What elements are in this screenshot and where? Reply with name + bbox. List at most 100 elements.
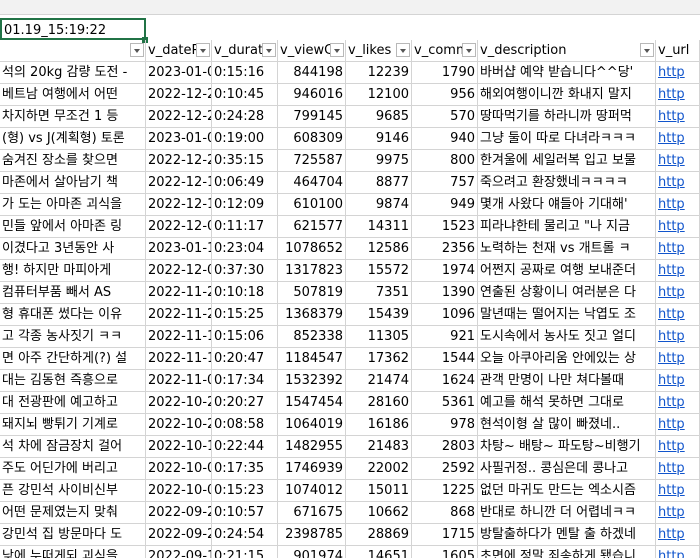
- cell-likes[interactable]: 21474: [346, 370, 412, 392]
- cell-title[interactable]: 대 전광판에 예고하고: [0, 392, 146, 414]
- cell-date[interactable]: 2023-01-0: [146, 128, 212, 150]
- cell-comments[interactable]: 1715: [412, 524, 478, 546]
- cell-description[interactable]: 한겨울에 세일러복 입고 보물: [478, 150, 656, 172]
- cell-url[interactable]: http: [656, 348, 700, 370]
- cell-description[interactable]: 없던 마귀도 만드는 엑소시즘: [478, 480, 656, 502]
- cell-comments[interactable]: 2356: [412, 238, 478, 260]
- cell-comments[interactable]: 5361: [412, 392, 478, 414]
- cell-url[interactable]: http: [656, 392, 700, 414]
- cell-likes[interactable]: 12239: [346, 62, 412, 84]
- cell-description[interactable]: 사필귀정.. 콩심은데 콩나고: [478, 458, 656, 480]
- cell-url[interactable]: http: [656, 370, 700, 392]
- cell-comments[interactable]: 2803: [412, 436, 478, 458]
- cell-description[interactable]: 피라냐한테 물리고 "나 지금: [478, 216, 656, 238]
- header-title[interactable]: [0, 40, 146, 62]
- cell-date[interactable]: 2022-10-0: [146, 480, 212, 502]
- cell-date[interactable]: 2022-12-0: [146, 260, 212, 282]
- cell-views[interactable]: 671675: [278, 502, 346, 524]
- cell-views[interactable]: 725587: [278, 150, 346, 172]
- cell-title[interactable]: (형) vs J(계획형) 토론: [0, 128, 146, 150]
- cell-views[interactable]: 1074012: [278, 480, 346, 502]
- cell-duration[interactable]: 0:10:18: [212, 282, 278, 304]
- cell-date[interactable]: 2022-11-1: [146, 348, 212, 370]
- cell-description[interactable]: 해외여행이니깐 화내지 말지: [478, 84, 656, 106]
- cell-likes[interactable]: 22002: [346, 458, 412, 480]
- cell-url[interactable]: http: [656, 304, 700, 326]
- cell-likes[interactable]: 16186: [346, 414, 412, 436]
- cell-url[interactable]: http: [656, 502, 700, 524]
- cell-comments[interactable]: 1624: [412, 370, 478, 392]
- cell-comments[interactable]: 978: [412, 414, 478, 436]
- cell-duration[interactable]: 0:11:17: [212, 216, 278, 238]
- cell-comments[interactable]: 1974: [412, 260, 478, 282]
- cell-duration[interactable]: 0:08:58: [212, 414, 278, 436]
- cell-date[interactable]: 2022-11-0: [146, 370, 212, 392]
- cell-views[interactable]: 610100: [278, 194, 346, 216]
- cell-views[interactable]: 1317823: [278, 260, 346, 282]
- cell-date[interactable]: 2022-12-2: [146, 84, 212, 106]
- header-likes[interactable]: v_likes: [346, 40, 412, 62]
- cell-likes[interactable]: 15439: [346, 304, 412, 326]
- cell-description[interactable]: 어쩐지 공짜로 여행 보내준더: [478, 260, 656, 282]
- cell-views[interactable]: 799145: [278, 106, 346, 128]
- cell-description[interactable]: 바버샵 예약 받습니다^^당': [478, 62, 656, 84]
- cell-comments[interactable]: 921: [412, 326, 478, 348]
- cell-url[interactable]: http: [656, 480, 700, 502]
- cell-duration[interactable]: 0:24:28: [212, 106, 278, 128]
- cell-description[interactable]: 초면에 정말 죄송하게 됐습니: [478, 546, 656, 558]
- cell-views[interactable]: 608309: [278, 128, 346, 150]
- cell-views[interactable]: 852338: [278, 326, 346, 348]
- cell-date[interactable]: 2022-10-1: [146, 436, 212, 458]
- cell-duration[interactable]: 0:24:54: [212, 524, 278, 546]
- cell-title[interactable]: 픈 강민석 사이비신부: [0, 480, 146, 502]
- cell-title[interactable]: 숨겨진 장소를 찾으면: [0, 150, 146, 172]
- cell-likes[interactable]: 7351: [346, 282, 412, 304]
- header-description[interactable]: v_description: [478, 40, 656, 62]
- cell-duration[interactable]: 0:20:27: [212, 392, 278, 414]
- cell-url[interactable]: http: [656, 436, 700, 458]
- cell-comments[interactable]: 1790: [412, 62, 478, 84]
- cell-description[interactable]: 오늘 아쿠아리움 안에있는 상: [478, 348, 656, 370]
- header-views[interactable]: v_viewC: [278, 40, 346, 62]
- cell-date[interactable]: 2023-01-1: [146, 238, 212, 260]
- cell-views[interactable]: 1482955: [278, 436, 346, 458]
- cell-url[interactable]: http: [656, 84, 700, 106]
- cell-likes[interactable]: 14651: [346, 546, 412, 558]
- filter-dropdown-icon[interactable]: [462, 43, 476, 57]
- cell-duration[interactable]: 0:10:45: [212, 84, 278, 106]
- cell-description[interactable]: 노력하는 천재 vs 개트롤 ㅋ: [478, 238, 656, 260]
- header-duration[interactable]: v_durati: [212, 40, 278, 62]
- cell-date[interactable]: 2022-12-1: [146, 172, 212, 194]
- cell-date[interactable]: 2022-12-2: [146, 150, 212, 172]
- cell-likes[interactable]: 11305: [346, 326, 412, 348]
- cell-title[interactable]: 고 각종 농사짓기 ㅋㅋ: [0, 326, 146, 348]
- cell-description[interactable]: 연출된 상황이니 여러분은 다: [478, 282, 656, 304]
- cell-title[interactable]: 행! 하지만 마피아게: [0, 260, 146, 282]
- selected-cell[interactable]: 01.19_15:19:22: [0, 18, 146, 40]
- filter-dropdown-icon[interactable]: [262, 43, 276, 57]
- cell-title[interactable]: 베트남 여행에서 어떤: [0, 84, 146, 106]
- cell-likes[interactable]: 8877: [346, 172, 412, 194]
- cell-title[interactable]: 석 차에 잠금장치 걸어: [0, 436, 146, 458]
- cell-url[interactable]: http: [656, 260, 700, 282]
- cell-comments[interactable]: 1225: [412, 480, 478, 502]
- cell-likes[interactable]: 17362: [346, 348, 412, 370]
- cell-likes[interactable]: 9146: [346, 128, 412, 150]
- cell-duration[interactable]: 0:10:57: [212, 502, 278, 524]
- cell-comments[interactable]: 868: [412, 502, 478, 524]
- cell-duration[interactable]: 0:15:16: [212, 62, 278, 84]
- cell-likes[interactable]: 10662: [346, 502, 412, 524]
- cell-title[interactable]: 컴퓨터부품 빼서 AS: [0, 282, 146, 304]
- cell-title[interactable]: 이겼다고 3년동안 사: [0, 238, 146, 260]
- cell-date[interactable]: 2022-11-2: [146, 304, 212, 326]
- cell-date[interactable]: 2022-09-1: [146, 546, 212, 558]
- cell-title[interactable]: 돼지뇌 빵튀기 기계로: [0, 414, 146, 436]
- cell-views[interactable]: 1184547: [278, 348, 346, 370]
- cell-title[interactable]: 면 아주 간단하게(?) 설: [0, 348, 146, 370]
- cell-comments[interactable]: 956: [412, 84, 478, 106]
- cell-comments[interactable]: 1096: [412, 304, 478, 326]
- cell-likes[interactable]: 28160: [346, 392, 412, 414]
- cell-duration[interactable]: 0:06:49: [212, 172, 278, 194]
- cell-likes[interactable]: 15011: [346, 480, 412, 502]
- cell-duration[interactable]: 0:35:15: [212, 150, 278, 172]
